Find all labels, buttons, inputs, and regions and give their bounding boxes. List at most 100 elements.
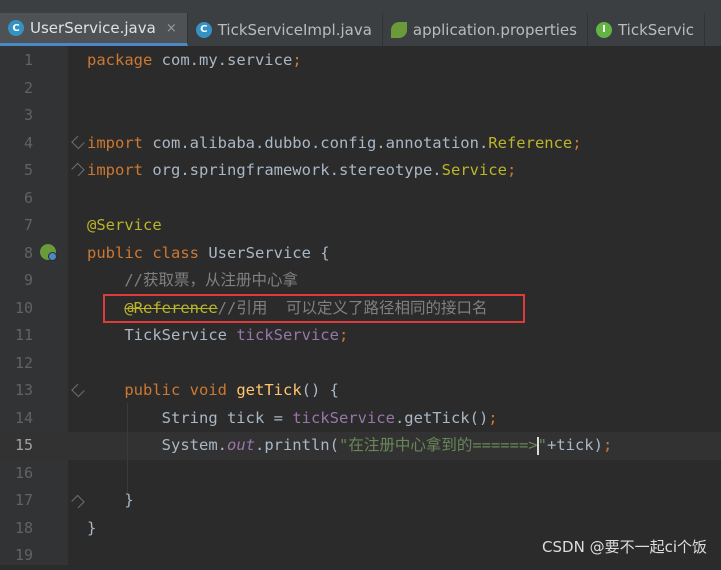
code-line[interactable]: 7 @Service (0, 212, 721, 240)
code-token: ; (572, 133, 582, 152)
code-token: +tick) (546, 436, 603, 454)
code-token: com.alibaba.dubbo.config.annotation. (143, 133, 489, 152)
tab-tickservic[interactable]: I TickServic (588, 13, 705, 46)
code-text: //获取票，从注册中心拿 (87, 267, 298, 295)
tabs-container: C UserService.java × C TickServiceImpl.java a… (0, 13, 705, 46)
code-line[interactable]: 8 public class UserService { (0, 240, 721, 268)
code-text: import org.springframework.stereotype.Se… (87, 157, 516, 185)
line-number: 12 (14, 353, 33, 372)
code-text: } (87, 515, 96, 543)
line-number: 15 (14, 436, 33, 454)
tab-label: TickServiceImpl.java (217, 20, 372, 39)
code-token: org.springframework.stereotype. (143, 161, 442, 179)
code-token: ; (292, 51, 302, 69)
line-number: 4 (23, 133, 33, 152)
code-text: System.out.println("在注册中心拿到的======>"+tic… (87, 432, 612, 460)
code-line[interactable]: 11 TickService tickService; (0, 322, 721, 350)
line-number: 14 (14, 408, 33, 427)
code-text: @Service (87, 212, 162, 240)
tab-tickserviceimpl-java[interactable]: C TickServiceImpl.java (188, 13, 383, 46)
code-line[interactable]: 1 package com.my.service; (0, 47, 721, 75)
code-line[interactable]: 13 public void getTick() { (0, 377, 721, 405)
code-token: } (87, 518, 97, 537)
code-token: getTick (236, 381, 302, 399)
code-line[interactable]: 14 String tick = tickService.getTick(); (0, 405, 721, 433)
title-strip (0, 0, 721, 6)
java-class-icon: C (8, 20, 24, 36)
code-token: String tick = (87, 408, 293, 427)
code-token: } (87, 491, 134, 509)
tab-label: UserService.java (30, 19, 156, 37)
code-editor[interactable]: 1 package com.my.service; 2 3 4 import com.al… (0, 46, 721, 565)
line-number: 16 (14, 463, 33, 482)
code-line[interactable]: 12 (0, 350, 721, 378)
line-number: 11 (14, 326, 33, 344)
tab-application-properties[interactable]: application.properties (383, 13, 588, 46)
line-number: 5 (23, 161, 33, 179)
code-line[interactable]: 17 } (0, 487, 721, 515)
code-line[interactable]: 6 (0, 185, 721, 213)
code-line[interactable]: 9 //获取票，从注册中心拿 (0, 267, 721, 295)
code-token: public void (124, 381, 227, 399)
tab-userservice-java[interactable]: C UserService.java × (0, 13, 188, 46)
highlight-annotation-box (103, 294, 525, 323)
code-text: public void getTick() { (87, 377, 339, 405)
code-token: @Service (87, 216, 162, 234)
line-number: 17 (14, 491, 33, 509)
code-token: com.my.service (152, 51, 293, 69)
line-number: 8 (23, 243, 33, 262)
code-token: package (87, 51, 153, 69)
code-token: ; (602, 436, 613, 454)
code-token: tickService (292, 408, 395, 427)
code-token: ; (488, 408, 498, 427)
tab-label: application.properties (412, 20, 577, 39)
code-token: tickService (236, 326, 339, 344)
code-line[interactable]: 3 (0, 102, 721, 130)
tab-label: TickServic (617, 20, 694, 39)
line-number: 1 (23, 51, 33, 69)
line-number: 6 (23, 188, 33, 207)
code-token: import (87, 161, 143, 179)
line-number: 13 (14, 381, 33, 399)
code-token: out (226, 436, 255, 454)
line-number: 2 (23, 78, 33, 97)
code-line[interactable]: 16 (0, 460, 721, 488)
code-line[interactable]: 2 (0, 75, 721, 103)
code-text: TickService tickService; (87, 322, 348, 350)
line-number: 19 (14, 546, 33, 564)
code-line[interactable]: 15 System.out.println("在注册中心拿到的======>"+… (0, 432, 721, 460)
code-token: "在注册中心拿到的======> (338, 436, 538, 454)
java-interface-icon: I (595, 21, 612, 38)
line-number: 7 (23, 216, 33, 234)
code-token: import (87, 133, 143, 152)
code-token: TickService (87, 326, 237, 344)
code-text: import com.alibaba.dubbo.config.annotati… (87, 130, 582, 158)
code-token: UserService { (198, 243, 330, 262)
code-token: Reference (488, 133, 573, 152)
code-token: ; (338, 326, 349, 344)
code-line[interactable]: 4 import com.alibaba.dubbo.config.annotat… (0, 130, 721, 158)
code-token: //获取票，从注册中心拿 (124, 271, 298, 289)
code-token: ; (506, 161, 517, 179)
code-token: " (537, 436, 547, 454)
java-class-icon: C (195, 21, 212, 38)
code-line[interactable]: 5 import org.springframework.stereotype.S… (0, 157, 721, 185)
spring-bean-icon[interactable] (40, 244, 57, 261)
spring-properties-icon (390, 21, 407, 38)
line-number: 9 (23, 271, 33, 289)
code-token: .println( (254, 436, 339, 454)
line-number: 3 (23, 106, 33, 124)
editor-tab-bar: C UserService.java × C TickServiceImpl.java a… (0, 0, 721, 46)
csdn-watermark: CSDN @要不一起ci个饭 (542, 538, 707, 556)
close-tab-icon[interactable]: × (166, 21, 177, 36)
line-number: 18 (14, 518, 33, 537)
line-number: 10 (14, 298, 33, 317)
code-token: Service (441, 161, 507, 179)
code-token: () { (301, 381, 339, 399)
code-text: public class UserService { (87, 240, 330, 268)
code-text: package com.my.service; (87, 47, 302, 75)
indent-guide (127, 403, 128, 493)
